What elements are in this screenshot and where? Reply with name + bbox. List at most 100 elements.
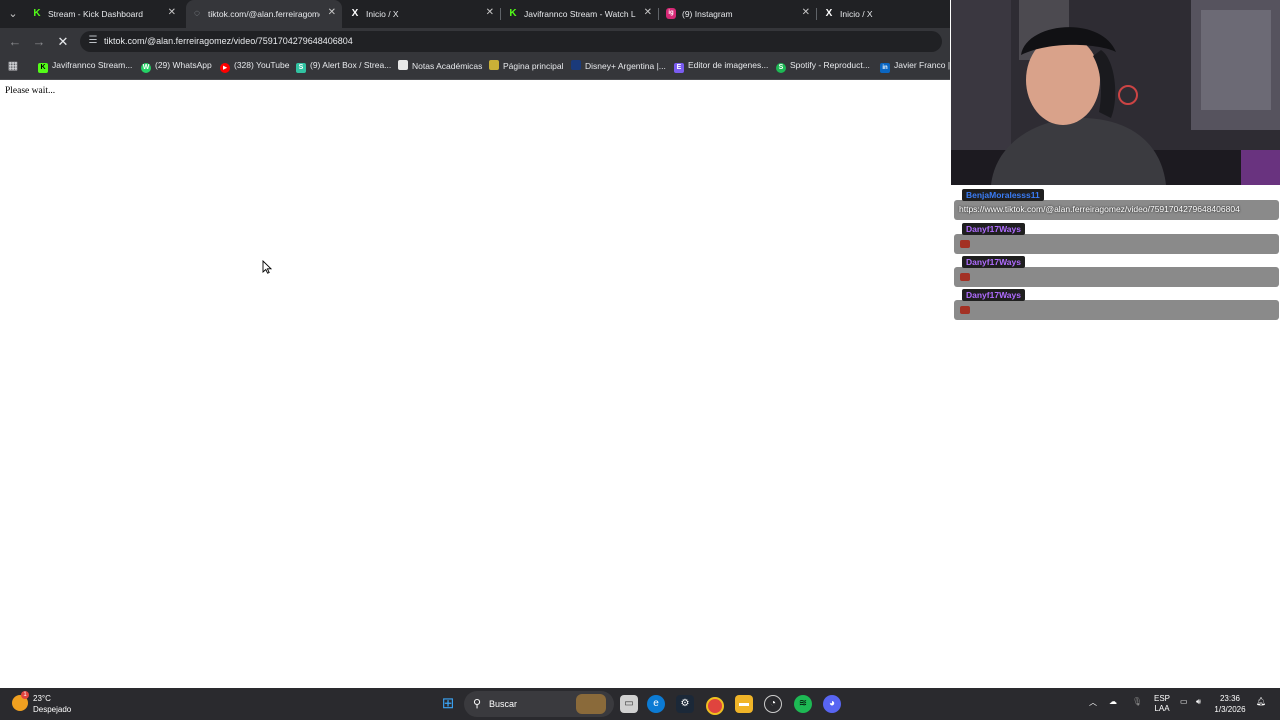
streamlabs-icon: S <box>296 63 306 73</box>
kick-icon: K <box>38 63 48 73</box>
bookmark-javifrannco-stream[interactable]: K Javifrannco Stream... <box>38 60 132 74</box>
volume-icon[interactable]: 🔊︎ <box>1196 697 1201 707</box>
bookmark-disney[interactable]: Disney+ Argentina |... <box>571 60 666 74</box>
bookmark-editor-imagenes[interactable]: E Editor de imagenes... <box>674 60 768 74</box>
loading-status-text: Please wait... <box>5 86 56 96</box>
chat-message-bubble <box>954 234 1279 254</box>
obs-icon[interactable]: ◔ <box>764 695 782 713</box>
tab-close-icon[interactable]: ✕ <box>644 7 652 18</box>
bookmark-pagina-principal[interactable]: Página principal <box>489 60 563 74</box>
bookmark-youtube[interactable]: ▶ (328) YouTube <box>220 60 289 74</box>
tab-close-icon[interactable]: ✕ <box>168 7 176 18</box>
chat-message-bubble: https://www.tiktok.com/@alan.ferreiragom… <box>954 200 1279 220</box>
tab-instagram[interactable]: ig (9) Instagram ✕ <box>660 0 816 28</box>
image-editor-icon: E <box>674 63 684 73</box>
document-icon <box>398 60 408 70</box>
spotify-icon[interactable]: ≋ <box>794 695 812 713</box>
bookmark-whatsapp[interactable]: W (29) WhatsApp <box>141 60 212 74</box>
taskbar-search[interactable]: ⚲ Buscar <box>464 691 614 717</box>
bookmark-spotify[interactable]: S Spotify - Reproduct... <box>776 60 870 74</box>
chat-username: Danyf17Ways <box>962 256 1025 268</box>
notifications-icon[interactable]: 🔔︎ <box>1256 697 1266 706</box>
search-placeholder: Buscar <box>489 699 518 709</box>
chat-username: Danyf17Ways <box>962 223 1025 235</box>
tab-title: Stream - Kick Dashboard <box>48 9 143 19</box>
tab-title: Inicio / X <box>366 9 399 19</box>
youtube-icon: ▶ <box>220 63 230 73</box>
weather-condition: Despejado <box>33 705 72 714</box>
bookmark-label: Editor de imagenes... <box>688 60 769 70</box>
apps-grid-icon[interactable]: ▦ <box>4 57 22 75</box>
linkedin-icon: in <box>880 63 890 73</box>
tab-tiktok[interactable]: ◌ tiktok.com/@alan.ferreiragome ✕ <box>186 0 342 28</box>
webcam-overlay <box>951 0 1280 185</box>
search-highlight-image <box>576 694 606 714</box>
tab-separator <box>500 8 501 20</box>
browser-toolbar: ← → ✕ ☰ tiktok.com/@alan.ferreiragomez/v… <box>0 28 950 55</box>
clock-date: 1/3/2026 <box>1214 705 1246 714</box>
bookmark-notas-academicas[interactable]: Notas Académicas <box>398 60 482 74</box>
site-info-icon[interactable]: ☰ <box>86 34 100 48</box>
forward-icon[interactable]: → <box>30 33 48 51</box>
bookmark-label: (9) Alert Box / Strea... <box>310 60 392 70</box>
mouse-cursor-icon <box>262 260 272 274</box>
x-icon: X <box>825 8 833 19</box>
microphone-icon[interactable]: 🎙︎ <box>1132 697 1142 706</box>
tab-inicio-x[interactable]: X Inicio / X ✕ <box>344 0 500 28</box>
language-code: ESP <box>1154 694 1171 703</box>
task-view-icon[interactable]: ▭ <box>620 695 638 713</box>
disney-icon <box>571 60 581 70</box>
browser-tab-strip: ⌄ K Stream - Kick Dashboard ✕ ◌ tiktok.c… <box>0 0 950 28</box>
tab-separator <box>816 8 817 20</box>
bookmark-label: Notas Académicas <box>412 61 483 71</box>
network-icon[interactable]: ▭ <box>1180 697 1188 706</box>
back-icon[interactable]: ← <box>6 33 24 51</box>
keyboard-layout: LAA <box>1154 704 1170 713</box>
windows-taskbar: 1 23°C Despejado ⊞ ⚲ Buscar ▭ e ⚙ ▬ ◔ ≋ … <box>0 688 1280 720</box>
steam-icon[interactable]: ⚙ <box>676 695 694 713</box>
windows-start-icon[interactable]: ⊞ <box>439 695 457 713</box>
tab-close-icon[interactable]: ✕ <box>802 7 810 18</box>
notification-badge: 1 <box>21 691 29 699</box>
tab-title: Javifrannco Stream - Watch Live <box>524 9 636 19</box>
search-icon: ⚲ <box>473 698 482 710</box>
show-hidden-icons[interactable]: ︿ <box>1089 697 1097 708</box>
bookmark-alert-box[interactable]: S (9) Alert Box / Strea... <box>296 60 391 74</box>
onedrive-icon[interactable]: ☁ <box>1109 697 1117 706</box>
tab-close-icon[interactable]: ✕ <box>486 7 494 18</box>
stream-chat-overlay: https://www.tiktok.com/@alan.ferreiragom… <box>951 185 1280 688</box>
tab-kick-dashboard[interactable]: K Stream - Kick Dashboard ✕ <box>26 0 182 28</box>
edge-icon[interactable]: e <box>647 695 665 713</box>
bookmark-linkedin[interactable]: in Javier Franco | Li <box>880 60 950 74</box>
chat-message: Danyf17Ways <box>954 289 1279 321</box>
tab-separator <box>658 8 659 20</box>
emote-icon <box>960 306 970 314</box>
system-clock[interactable]: 23:36 1/3/2026 <box>1210 693 1250 715</box>
chrome-icon[interactable] <box>706 697 724 715</box>
kick-icon: K <box>33 8 41 19</box>
bookmark-label: Página principal <box>503 61 564 71</box>
tab-javifrannco-stream[interactable]: K Javifrannco Stream - Watch Live ✕ <box>502 0 658 28</box>
instagram-icon: ig <box>666 8 676 19</box>
tab-inicio-x-2[interactable]: X Inicio / X <box>818 0 950 28</box>
chat-username: BenjaMoralesss11 <box>962 189 1044 201</box>
chat-message: Danyf17Ways <box>954 223 1279 255</box>
bookmark-label: Javifrannco Stream... <box>52 60 133 70</box>
address-bar[interactable]: ☰ tiktok.com/@alan.ferreiragomez/video/7… <box>80 31 942 52</box>
tab-search-dropdown-icon[interactable]: ⌄ <box>4 5 22 23</box>
emote-icon <box>960 273 970 281</box>
chat-message-bubble <box>954 300 1279 320</box>
file-explorer-icon[interactable]: ▬ <box>735 695 753 713</box>
stop-loading-icon[interactable]: ✕ <box>54 33 72 51</box>
discord-icon[interactable]: ◕ <box>823 695 841 713</box>
page-icon <box>489 60 499 70</box>
chat-message: https://www.tiktok.com/@alan.ferreiragom… <box>954 189 1279 221</box>
tab-close-icon[interactable]: ✕ <box>328 7 336 18</box>
chat-message: Danyf17Ways <box>954 256 1279 288</box>
language-indicator[interactable]: ESP LAA <box>1154 694 1170 714</box>
weather-temperature: 23°C <box>33 694 51 703</box>
chat-username: Danyf17Ways <box>962 289 1025 301</box>
loading-icon: ◌ <box>194 8 200 19</box>
spotify-icon: S <box>776 63 786 73</box>
bookmark-label: Javier Franco | Li <box>894 60 950 70</box>
